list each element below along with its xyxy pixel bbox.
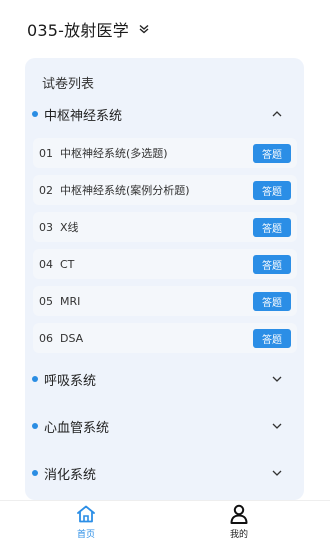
- app-root: 035-放射医学 试卷列表 中枢神经系统 01 中枢神经系统(多选题) 答题 0…: [0, 0, 330, 550]
- answer-button[interactable]: 答题: [253, 143, 291, 163]
- bottom-navigation: 首页 我的: [0, 500, 330, 550]
- paper-number: 04: [39, 257, 53, 271]
- paper-row[interactable]: 02 中枢神经系统(案例分析题) 答题: [33, 175, 297, 205]
- answer-button[interactable]: 答题: [253, 217, 291, 237]
- paper-name: 中枢神经系统(案例分析题): [60, 184, 190, 197]
- chevron-down-icon[interactable]: [271, 420, 283, 432]
- paper-number: 05: [39, 294, 53, 308]
- chevron-down-icon[interactable]: [271, 467, 283, 479]
- category-dot-icon: [32, 376, 38, 382]
- home-icon: [75, 503, 97, 525]
- double-chevron-down-icon[interactable]: [139, 23, 151, 35]
- category-label: 心血管系统: [44, 420, 110, 436]
- paper-row[interactable]: 05 MRI 答题: [33, 286, 297, 316]
- answer-button[interactable]: 答题: [253, 254, 291, 274]
- paper-number: 01: [39, 146, 53, 160]
- answer-button[interactable]: 答题: [253, 328, 291, 348]
- panel-title: 试卷列表: [42, 77, 95, 92]
- category-central-nervous[interactable]: 中枢神经系统: [25, 99, 304, 129]
- paper-name: X线: [60, 221, 79, 234]
- category-label: 消化系统: [44, 467, 97, 483]
- paper-row[interactable]: 04 CT 答题: [33, 249, 297, 279]
- category-dot-icon: [32, 470, 38, 476]
- header[interactable]: 035-放射医学: [0, 0, 330, 58]
- category-dot-icon: [32, 423, 38, 429]
- nav-label-home: 首页: [76, 530, 95, 540]
- chevron-down-icon[interactable]: [271, 373, 283, 385]
- paper-list-panel: 试卷列表 中枢神经系统 01 中枢神经系统(多选题) 答题 02 中枢神经系统(…: [25, 58, 304, 500]
- category-dot-icon: [32, 111, 38, 117]
- page-title[interactable]: 035-放射医学: [27, 17, 129, 41]
- paper-row[interactable]: 03 X线 答题: [33, 212, 297, 242]
- category-respiratory[interactable]: 呼吸系统: [25, 364, 304, 394]
- answer-button[interactable]: 答题: [253, 291, 291, 311]
- nav-item-mine[interactable]: 我的: [209, 503, 269, 543]
- paper-row[interactable]: 01 中枢神经系统(多选题) 答题: [33, 138, 297, 168]
- paper-number: 02: [39, 183, 53, 197]
- category-digestive[interactable]: 消化系统: [25, 458, 304, 488]
- category-cardiovascular[interactable]: 心血管系统: [25, 411, 304, 441]
- paper-row[interactable]: 06 DSA 答题: [33, 323, 297, 353]
- paper-name: DSA: [60, 331, 84, 345]
- paper-name: CT: [60, 257, 75, 271]
- answer-button[interactable]: 答题: [253, 180, 291, 200]
- category-label: 中枢神经系统: [44, 108, 123, 124]
- nav-item-home[interactable]: 首页: [56, 503, 116, 543]
- paper-number: 06: [39, 331, 53, 345]
- user-icon: [228, 503, 250, 525]
- paper-name: MRI: [60, 294, 81, 308]
- paper-name: 中枢神经系统(多选题): [60, 147, 168, 160]
- chevron-up-icon[interactable]: [271, 108, 283, 120]
- category-label: 呼吸系统: [44, 373, 97, 389]
- paper-number: 03: [39, 220, 53, 234]
- nav-label-mine: 我的: [229, 530, 248, 540]
